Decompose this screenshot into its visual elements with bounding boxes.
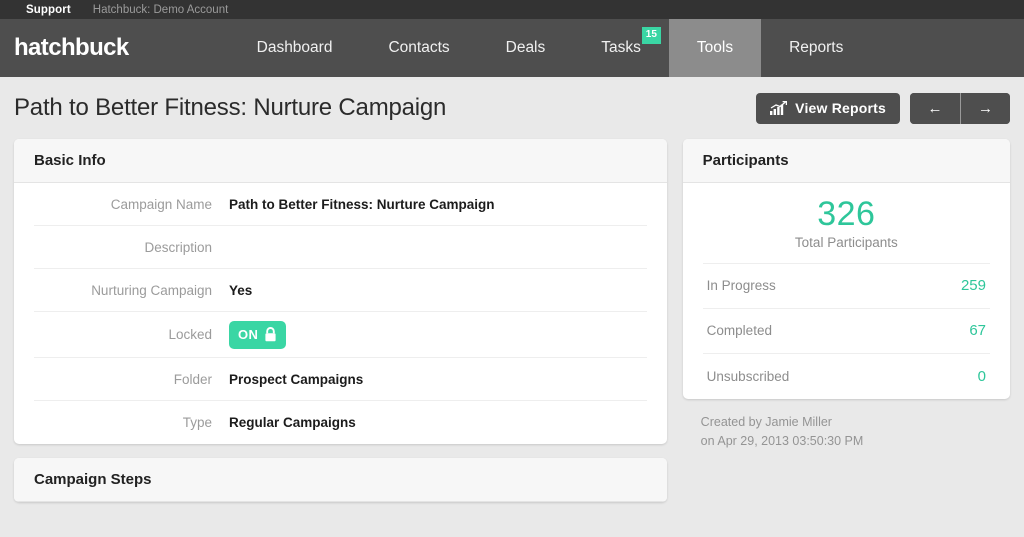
view-reports-button[interactable]: View Reports: [756, 92, 900, 124]
info-row-nurturing-campaign: Nurturing Campaign Yes: [34, 269, 647, 312]
next-arrow-button[interactable]: →: [960, 92, 1010, 124]
info-row-description: Description: [34, 226, 647, 269]
main-navbar: hatchbuck Dashboard Contacts Deals Tasks…: [0, 19, 1024, 77]
nav-tab-deals[interactable]: Deals: [478, 19, 574, 77]
view-reports-label: View Reports: [795, 100, 886, 116]
nav-tab-tasks[interactable]: Tasks 15: [573, 19, 669, 77]
created-metadata: Created by Jamie Miller on Apr 29, 2013 …: [683, 399, 1010, 452]
stat-value: 67: [969, 322, 986, 340]
info-label: Folder: [173, 371, 212, 387]
stat-row-in-progress[interactable]: In Progress 259: [702, 264, 990, 309]
info-value: Path to Better Fitness: Nurture Campaign: [229, 196, 495, 212]
basic-info-card: Basic Info Campaign Name Path to Better …: [14, 139, 667, 444]
page-title: Path to Better Fitness: Nurture Campaign: [14, 94, 447, 121]
total-participants-value: 326: [817, 195, 876, 233]
locked-toggle[interactable]: ON: [229, 320, 287, 349]
info-label: Description: [144, 239, 212, 255]
info-value: Prospect Campaigns: [229, 371, 364, 387]
stat-name: In Progress: [706, 278, 776, 294]
previous-arrow-button[interactable]: ←: [910, 92, 960, 124]
nav-tab-label: Reports: [789, 39, 844, 56]
info-label: Locked: [168, 327, 212, 342]
total-participants-label: Total Participants: [794, 234, 898, 250]
info-row-type: Type Regular Campaigns: [34, 401, 647, 444]
page-content: Basic Info Campaign Name Path to Better …: [0, 139, 1024, 502]
support-link[interactable]: Support: [26, 4, 71, 16]
participants-header: Participants: [682, 139, 1010, 183]
nav-tab-reports[interactable]: Reports: [761, 19, 871, 77]
nav-tab-label: Deals: [505, 39, 546, 56]
info-label: Type: [182, 415, 212, 430]
created-on-line: on Apr 29, 2013 03:50:30 PM: [700, 434, 864, 449]
page-header-bar: Path to Better Fitness: Nurture Campaign…: [0, 77, 1024, 139]
locked-toggle-label: ON: [238, 327, 259, 342]
nav-tab-contacts[interactable]: Contacts: [360, 19, 477, 77]
nav-tab-label: Contacts: [388, 39, 450, 56]
hatchbuck-logo[interactable]: hatchbuck: [0, 34, 229, 62]
page-header-actions: View Reports ← →: [756, 92, 1010, 124]
stat-name: Unsubscribed: [706, 368, 790, 384]
info-value: Regular Campaigns: [229, 415, 356, 430]
campaign-steps-header: Campaign Steps: [14, 458, 667, 502]
stat-name: Completed: [706, 323, 772, 339]
stat-value: 259: [960, 277, 986, 295]
nav-tab-list: Dashboard Contacts Deals Tasks 15 Tools …: [229, 19, 872, 77]
stat-row-completed[interactable]: Completed 67: [702, 309, 990, 354]
lock-icon: [264, 327, 277, 342]
nav-tab-tools[interactable]: Tools: [668, 19, 762, 77]
info-label: Campaign Name: [110, 196, 212, 212]
chart-icon: [770, 101, 788, 115]
stat-value: 0: [977, 367, 986, 385]
right-column: Participants 326 Total Participants In P…: [682, 139, 1010, 452]
info-value-locked: ON: [229, 320, 287, 349]
info-row-campaign-name: Campaign Name Path to Better Fitness: Nu…: [34, 183, 647, 226]
info-row-locked: Locked ON: [34, 312, 647, 358]
nav-tab-dashboard[interactable]: Dashboard: [229, 19, 361, 77]
nav-tab-label: Dashboard: [256, 39, 333, 56]
total-participants-block: 326 Total Participants: [702, 183, 990, 264]
info-row-folder: Folder Prospect Campaigns: [34, 358, 647, 401]
info-label: Nurturing Campaign: [91, 282, 212, 298]
participants-body: 326 Total Participants In Progress 259 C…: [683, 183, 1010, 399]
stat-row-unsubscribed[interactable]: Unsubscribed 0: [703, 354, 990, 399]
basic-info-body: Campaign Name Path to Better Fitness: Nu…: [14, 183, 667, 444]
tasks-count-badge: 15: [641, 27, 661, 44]
info-value: Yes: [229, 282, 253, 298]
nav-tab-label: Tools: [696, 39, 734, 56]
account-name-label: Hatchbuck: Demo Account: [92, 3, 229, 16]
created-by-line: Created by Jamie Miller: [700, 414, 832, 429]
utility-bar: Support Hatchbuck: Demo Account: [0, 0, 1024, 19]
campaign-steps-card: Campaign Steps: [14, 458, 667, 502]
pager-arrow-group: ← →: [910, 92, 1010, 124]
basic-info-header: Basic Info: [14, 139, 667, 183]
participants-card: Participants 326 Total Participants In P…: [682, 139, 1010, 399]
nav-tab-label: Tasks: [601, 39, 641, 56]
left-column: Basic Info Campaign Name Path to Better …: [14, 139, 667, 502]
